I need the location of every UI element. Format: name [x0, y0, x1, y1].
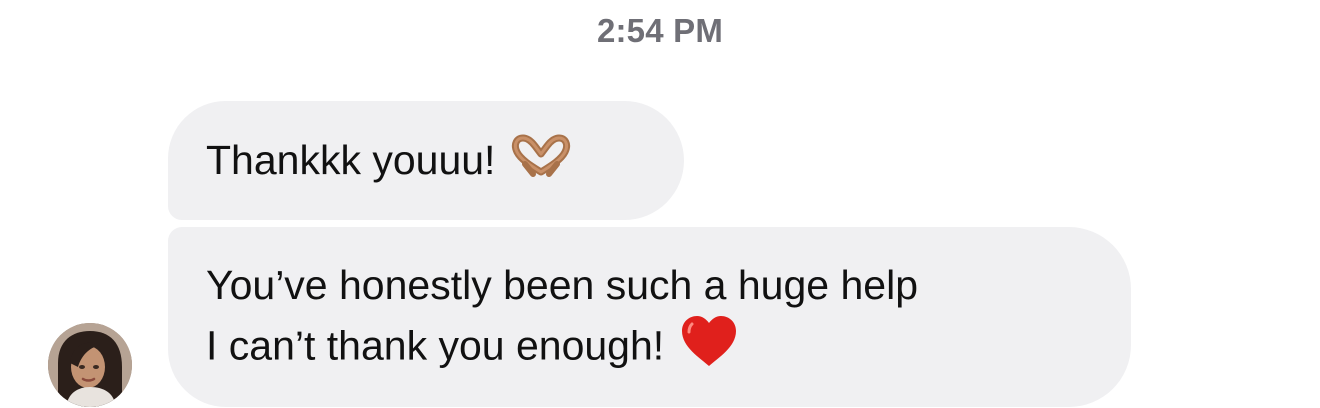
message-bubble[interactable]: You’ve honestly been such a huge help I …	[168, 227, 1131, 407]
message-text: Thankkk youuu!	[206, 137, 496, 183]
message-timestamp: 2:54 PM	[596, 12, 724, 49]
red-heart-icon	[680, 314, 738, 383]
profile-photo	[48, 323, 132, 407]
avatar[interactable]	[48, 323, 132, 407]
heart-hands-icon	[511, 134, 571, 193]
message-text-line: You’ve honestly been such a huge help	[206, 262, 918, 308]
message-bubble[interactable]: Thankkk youuu!	[168, 101, 684, 220]
message-text: I can’t thank you enough!	[206, 322, 665, 369]
message-text-line: Thankkk youuu!	[206, 131, 684, 193]
message-text-line: I can’t thank you enough!	[206, 314, 1131, 383]
